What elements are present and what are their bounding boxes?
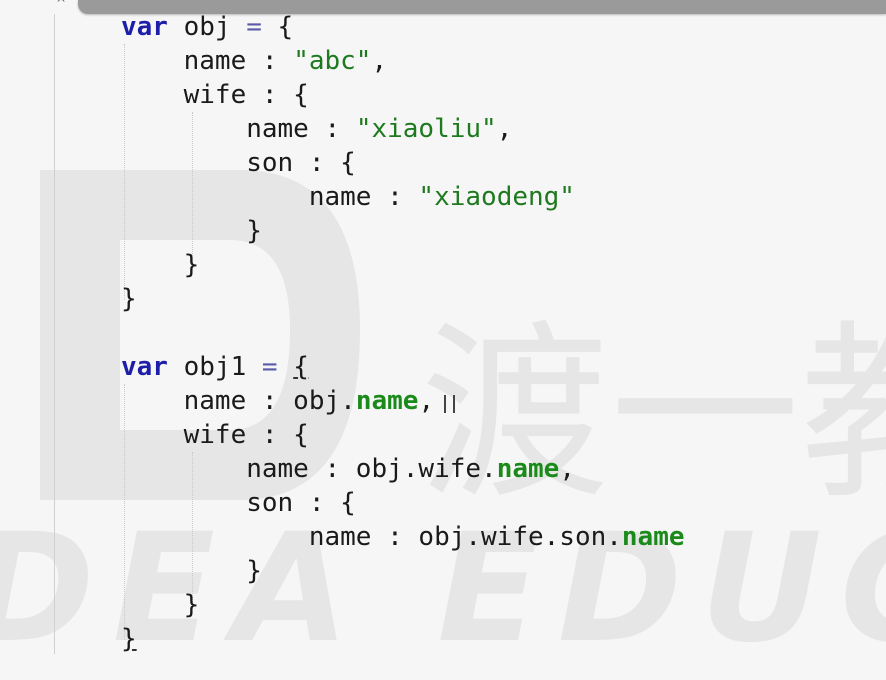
- text-cursor-icon: [444, 395, 455, 413]
- code-line[interactable]: }: [121, 214, 685, 248]
- code-token: {: [261, 12, 294, 42]
- code-line[interactable]: }: [121, 282, 685, 316]
- code-line[interactable]: son : {: [121, 486, 685, 520]
- code-token: name :: [121, 114, 356, 144]
- code-line[interactable]: name : obj.wife.name,: [121, 452, 685, 486]
- code-token: name: [621, 522, 685, 552]
- code-token: name : obj.wife.son.: [121, 522, 622, 552]
- code-token: obj1: [167, 352, 262, 382]
- code-token: =: [261, 352, 278, 382]
- code-token: name : obj.: [121, 386, 356, 416]
- code-token: "xiaoliu": [355, 114, 497, 144]
- code-token: }: [121, 590, 200, 620]
- code-token: var: [121, 12, 168, 42]
- code-line[interactable]: name : obj.wife.son.name: [121, 520, 685, 554]
- code-line[interactable]: name : "xiaodeng": [121, 180, 685, 214]
- code-token: name: [355, 386, 419, 416]
- code-token: wife : {: [121, 420, 309, 450]
- code-line[interactable]: wife : {: [121, 418, 685, 452]
- code-line[interactable]: name : "abc",: [121, 44, 685, 78]
- code-token: name :: [121, 46, 294, 76]
- editor-top-margin: [0, 0, 78, 14]
- code-line[interactable]: }: [121, 622, 685, 656]
- code-token: ,: [559, 454, 575, 484]
- code-line[interactable]: name : obj.name,: [121, 384, 685, 418]
- code-token: name: [496, 454, 560, 484]
- code-line[interactable]: name : "xiaoliu",: [121, 112, 685, 146]
- caret-up-icon: ^: [56, 0, 67, 10]
- code-line[interactable]: var obj1 = {: [121, 350, 685, 384]
- code-token: name :: [121, 182, 419, 212]
- code-token: "abc": [293, 46, 372, 76]
- code-token: {: [293, 352, 309, 382]
- code-token: }: [121, 216, 262, 246]
- code-line[interactable]: }: [121, 554, 685, 588]
- code-line[interactable]: }: [121, 588, 685, 622]
- code-token: name : obj.wife.: [121, 454, 497, 484]
- code-line[interactable]: son : {: [121, 146, 685, 180]
- code-token: wife : {: [121, 80, 309, 110]
- code-line[interactable]: }: [121, 248, 685, 282]
- code-token: =: [246, 12, 262, 42]
- code-line[interactable]: wife : {: [121, 78, 685, 112]
- editor-gutter-line: [54, 14, 55, 654]
- code-token: ,: [371, 46, 388, 76]
- code-token: }: [121, 556, 262, 586]
- code-token: "xiaodeng": [418, 182, 575, 212]
- code-line[interactable]: var obj = {: [121, 10, 685, 44]
- code-editor[interactable]: var obj = { name : "abc", wife : { name …: [121, 10, 685, 656]
- code-token: }: [121, 284, 137, 314]
- code-token: ,: [418, 386, 435, 416]
- code-token: son : {: [121, 488, 356, 518]
- code-line[interactable]: [121, 316, 685, 350]
- code-token: }: [121, 250, 200, 280]
- code-token: son : {: [121, 148, 356, 178]
- code-token: obj: [167, 12, 247, 42]
- code-token: ,: [496, 114, 513, 144]
- code-token: }: [121, 624, 137, 654]
- code-token: var: [121, 352, 168, 382]
